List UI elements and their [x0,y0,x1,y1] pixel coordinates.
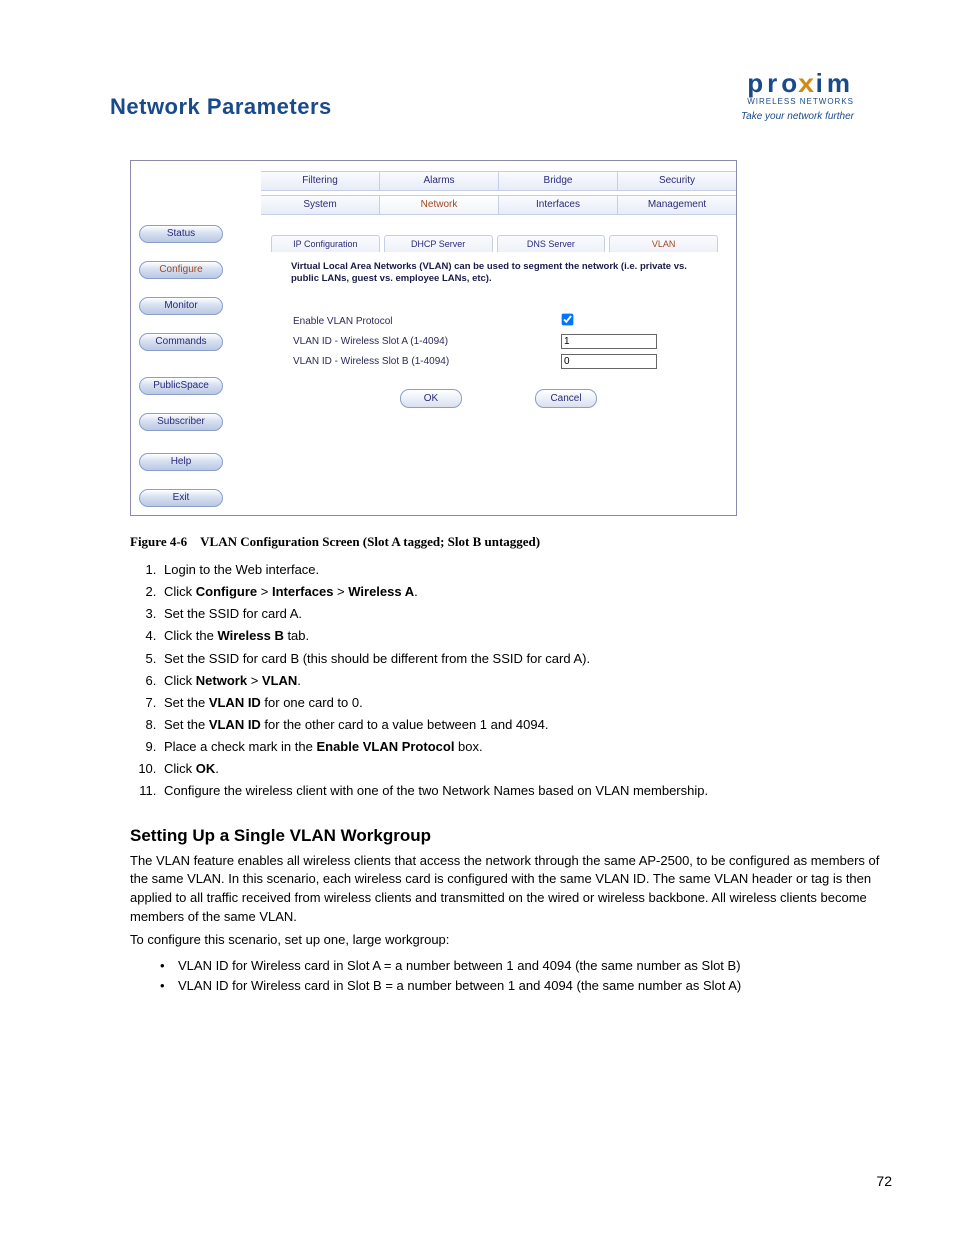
enable-vlan-label: Enable VLAN Protocol [293,313,393,331]
logo-tagline: Take your network further [741,112,854,122]
tab-filtering[interactable]: Filtering [261,172,380,190]
list-item: Set the VLAN ID for the other card to a … [160,715,890,735]
section-heading: Setting Up a Single VLAN Workgroup [130,826,894,846]
subtab-vlan[interactable]: VLAN [609,235,718,252]
list-item: Set the SSID for card B (this should be … [160,649,890,669]
logo-subtext: WIRELESS NETWORKS [741,98,854,106]
subtab-dns-server[interactable]: DNS Server [497,235,606,252]
list-item: Set the SSID for card A. [160,604,890,624]
tab-alarms[interactable]: Alarms [380,172,499,190]
subtab-ip-configuration[interactable]: IP Configuration [271,235,380,252]
tab-network[interactable]: Network [380,196,499,214]
procedure-list: Login to the Web interface. Click Config… [160,560,890,802]
nav-publicspace[interactable]: PublicSpace [139,377,223,395]
bullet-list: VLAN ID for Wireless card in Slot A = a … [160,956,894,996]
tab-management[interactable]: Management [618,196,736,214]
logo-text-left: pro [747,68,801,98]
nav-help[interactable]: Help [139,453,223,471]
nav-commands[interactable]: Commands [139,333,223,351]
cancel-button[interactable]: Cancel [535,389,597,408]
page-title: Network Parameters [110,94,332,120]
figure-label: Figure 4-6 [130,534,187,549]
figure-text: VLAN Configuration Screen (Slot A tagged… [200,534,540,549]
section-para-2: To configure this scenario, set up one, … [130,931,900,950]
vlan-description: Virtual Local Area Networks (VLAN) can b… [291,261,716,286]
list-item: Click the Wireless B tab. [160,626,890,646]
nav-configure[interactable]: Configure [139,261,223,279]
vlan-slot-a-input[interactable] [561,334,657,349]
vlan-slot-a-label: VLAN ID - Wireless Slot A (1-4094) [293,333,448,351]
tab-system[interactable]: System [261,196,380,214]
vlan-slot-b-input[interactable] [561,354,657,369]
subtab-dhcp-server[interactable]: DHCP Server [384,235,493,252]
nav-status[interactable]: Status [139,225,223,243]
tab-bridge[interactable]: Bridge [499,172,618,190]
list-item: VLAN ID for Wireless card in Slot A = a … [160,956,894,976]
list-item: Place a check mark in the Enable VLAN Pr… [160,737,890,757]
vlan-slot-b-label: VLAN ID - Wireless Slot B (1-4094) [293,353,449,371]
list-item: Click OK. [160,759,890,779]
tab-interfaces[interactable]: Interfaces [499,196,618,214]
vlan-config-screenshot: Status Configure Monitor Commands Public… [130,160,737,516]
figure-caption: Figure 4-6 VLAN Configuration Screen (Sl… [130,534,894,550]
enable-vlan-checkbox[interactable] [562,314,574,326]
page-header: Network Parameters proxim WIRELESS NETWO… [60,60,894,130]
section-para-1: The VLAN feature enables all wireless cl… [130,852,900,927]
page-number: 72 [876,1173,892,1189]
list-item: Click Network > VLAN. [160,671,890,691]
ok-button[interactable]: OK [400,389,462,408]
list-item: Login to the Web interface. [160,560,890,580]
nav-subscriber[interactable]: Subscriber [139,413,223,431]
list-item: VLAN ID for Wireless card in Slot B = a … [160,976,894,996]
nav-monitor[interactable]: Monitor [139,297,223,315]
brand-logo: proxim WIRELESS NETWORKS Take your netwo… [741,70,854,122]
list-item: Click Configure > Interfaces > Wireless … [160,582,890,602]
logo-x-icon: x [798,70,818,96]
nav-exit[interactable]: Exit [139,489,223,507]
list-item: Configure the wireless client with one o… [160,781,890,801]
list-item: Set the VLAN ID for one card to 0. [160,693,890,713]
tab-security[interactable]: Security [618,172,736,190]
logo-text-right: im [816,68,854,98]
